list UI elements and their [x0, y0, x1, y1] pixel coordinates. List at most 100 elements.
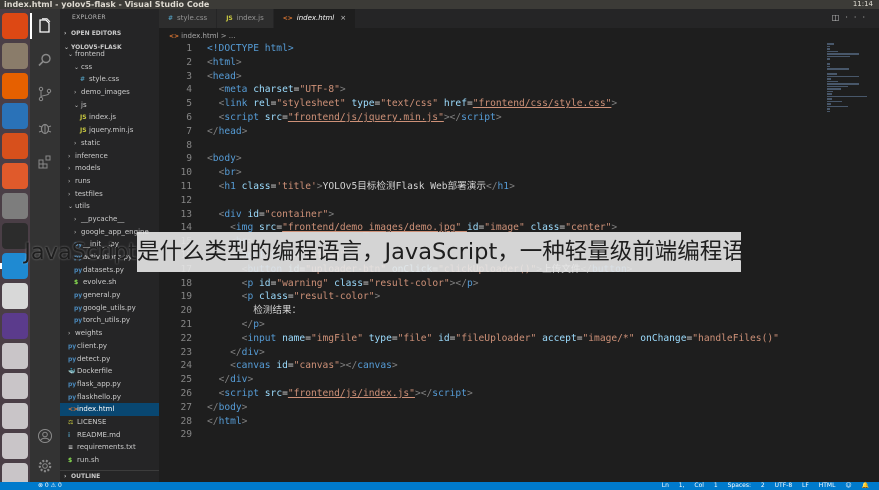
- code-line: 20 检测结果：: [159, 304, 839, 318]
- tree-folder[interactable]: ⌄ js: [60, 99, 159, 112]
- tree-file[interactable]: pyflaskhello.py: [60, 391, 159, 404]
- firefox-icon[interactable]: [2, 73, 28, 99]
- tree-folder[interactable]: › weights: [60, 327, 159, 340]
- minimap-line: [827, 78, 831, 80]
- account-icon[interactable]: [30, 419, 60, 453]
- search-icon[interactable]: [30, 43, 60, 77]
- tree-file[interactable]: pygoogle_utils.py: [60, 302, 159, 315]
- tree-folder[interactable]: › demo_images: [60, 86, 159, 99]
- tree-file[interactable]: pytorch_utils.py: [60, 314, 159, 327]
- tree-folder[interactable]: › runs: [60, 175, 159, 188]
- drive-icon[interactable]: [2, 373, 28, 399]
- tree-item-label: flaskhello.py: [77, 392, 122, 401]
- breadcrumb[interactable]: <> index.html > ...: [169, 29, 235, 43]
- settings-icon[interactable]: [2, 193, 28, 219]
- libreoffice-impress-icon[interactable]: [2, 133, 28, 159]
- code-text: <p id="warning" class="result-color"></p…: [241, 277, 479, 289]
- chevron-right-icon: ›: [64, 473, 67, 480]
- tree-file[interactable]: pyclient.py: [60, 340, 159, 353]
- code-text: <canvas id="canvas"></canvas>: [230, 360, 398, 372]
- tree-file[interactable]: 🐳 Dockerfile: [60, 365, 159, 378]
- line-number: 29: [180, 429, 192, 441]
- line-number: 28: [180, 415, 192, 427]
- line-number: 24: [180, 360, 192, 372]
- text-editor-icon[interactable]: [2, 283, 28, 309]
- code-text: <script src="frontend/js/index.js"></scr…: [218, 388, 473, 399]
- tree-item-label: js: [81, 100, 87, 109]
- tree-folder[interactable]: › static: [60, 137, 159, 150]
- tree-item-label: inference: [75, 151, 108, 160]
- tree-folder[interactable]: ⌄ utils: [60, 200, 159, 213]
- tree-file[interactable]: $ run.sh: [60, 454, 159, 467]
- drive-icon[interactable]: [2, 433, 28, 459]
- minimap-line: [827, 108, 831, 110]
- tree-file[interactable]: pygeneral.py: [60, 289, 159, 302]
- tree-file[interactable]: ≡ requirements.txt: [60, 441, 159, 454]
- outline-section[interactable]: › OUTLINE: [60, 470, 159, 482]
- libreoffice-writer-icon[interactable]: [2, 103, 28, 129]
- code-text: <p class="result-color">: [241, 291, 381, 303]
- minimap-line: [827, 50, 838, 52]
- minimap[interactable]: [827, 43, 867, 112]
- code-text: </body>: [207, 401, 248, 413]
- tree-item-label: css: [81, 62, 93, 71]
- tab-index-html[interactable]: <> index.html ×: [273, 9, 357, 28]
- files-icon[interactable]: [2, 43, 28, 69]
- minimap-line: [827, 58, 831, 60]
- tree-file[interactable]: JS jquery.min.js: [60, 124, 159, 137]
- minimap-line: [827, 95, 867, 97]
- code-line: 22 <input name="imgFile" type="file" id=…: [159, 332, 839, 346]
- code-line: 3 <head>: [159, 70, 839, 84]
- tree-folder[interactable]: ⌄ css: [60, 61, 159, 74]
- line-number: 9: [186, 153, 192, 165]
- split-editor-icon[interactable]: ◫: [832, 13, 846, 22]
- clock: 11:14: [852, 0, 873, 8]
- tree-folder[interactable]: › __pycache__: [60, 213, 159, 226]
- tree-item-label: torch_utils.py: [83, 316, 131, 325]
- drive-icon[interactable]: [2, 343, 28, 369]
- code-text: <head>: [207, 70, 242, 82]
- ubuntu-logo-icon[interactable]: [2, 13, 28, 39]
- line-number: 3: [186, 70, 192, 82]
- software-center-icon[interactable]: [2, 163, 28, 189]
- tree-file[interactable]: i README.md: [60, 429, 159, 442]
- manage-gear-icon[interactable]: [30, 449, 60, 483]
- close-icon[interactable]: ×: [340, 14, 346, 22]
- html-file-icon: <>: [169, 33, 182, 40]
- tree-folder[interactable]: › inference: [60, 150, 159, 163]
- eclipse-icon[interactable]: [2, 313, 28, 339]
- code-line: 1 <!DOCTYPE html>: [159, 42, 839, 56]
- code-text: <body>: [207, 153, 242, 165]
- code-line: 9 <body>: [159, 152, 839, 166]
- tree-folder[interactable]: › testfiles: [60, 188, 159, 201]
- minimap-line: [827, 73, 837, 75]
- extensions-icon[interactable]: [30, 145, 60, 179]
- tree-file[interactable]: JS index.js: [60, 111, 159, 124]
- line-number: 22: [180, 332, 192, 344]
- tab-style-css[interactable]: # style.css: [159, 9, 218, 28]
- tree-item-label: detect.py: [77, 354, 111, 363]
- tree-folder[interactable]: › models: [60, 162, 159, 175]
- code-text: <input name="imgFile" type="file" id="fi…: [241, 332, 779, 344]
- debug-icon[interactable]: [30, 111, 60, 145]
- source-control-icon[interactable]: [30, 77, 60, 111]
- editor-actions: ◫···: [832, 13, 871, 22]
- code-text: </p>: [241, 319, 265, 330]
- editor-status[interactable]: Ln 1, Col 1 Spaces: 2 UTF-8 LF HTML ☺ 🔔: [662, 482, 869, 490]
- tree-file[interactable]: pyflask_app.py: [60, 378, 159, 391]
- tree-folder[interactable]: ⌄ frontend: [60, 48, 159, 61]
- tree-file[interactable]: <>index.html: [60, 403, 159, 416]
- chevron-right-icon: ›: [64, 30, 67, 37]
- minimap-line: [827, 103, 831, 105]
- open-editors-section[interactable]: › OPEN EDITORS: [60, 27, 159, 41]
- tree-file[interactable]: ⚖ LICENSE: [60, 416, 159, 429]
- more-actions-icon[interactable]: ···: [845, 13, 871, 22]
- tree-file[interactable]: $ evolve.sh: [60, 276, 159, 289]
- tree-file[interactable]: # style.css: [60, 73, 159, 86]
- drive-icon[interactable]: [2, 403, 28, 429]
- explorer-icon[interactable]: [30, 9, 60, 43]
- tree-item-label: testfiles: [75, 189, 103, 198]
- tab-index-js[interactable]: JS index.js: [217, 9, 274, 28]
- tree-file[interactable]: pydetect.py: [60, 353, 159, 366]
- problems-status[interactable]: ⊗ 0 ⚠ 0: [38, 482, 62, 490]
